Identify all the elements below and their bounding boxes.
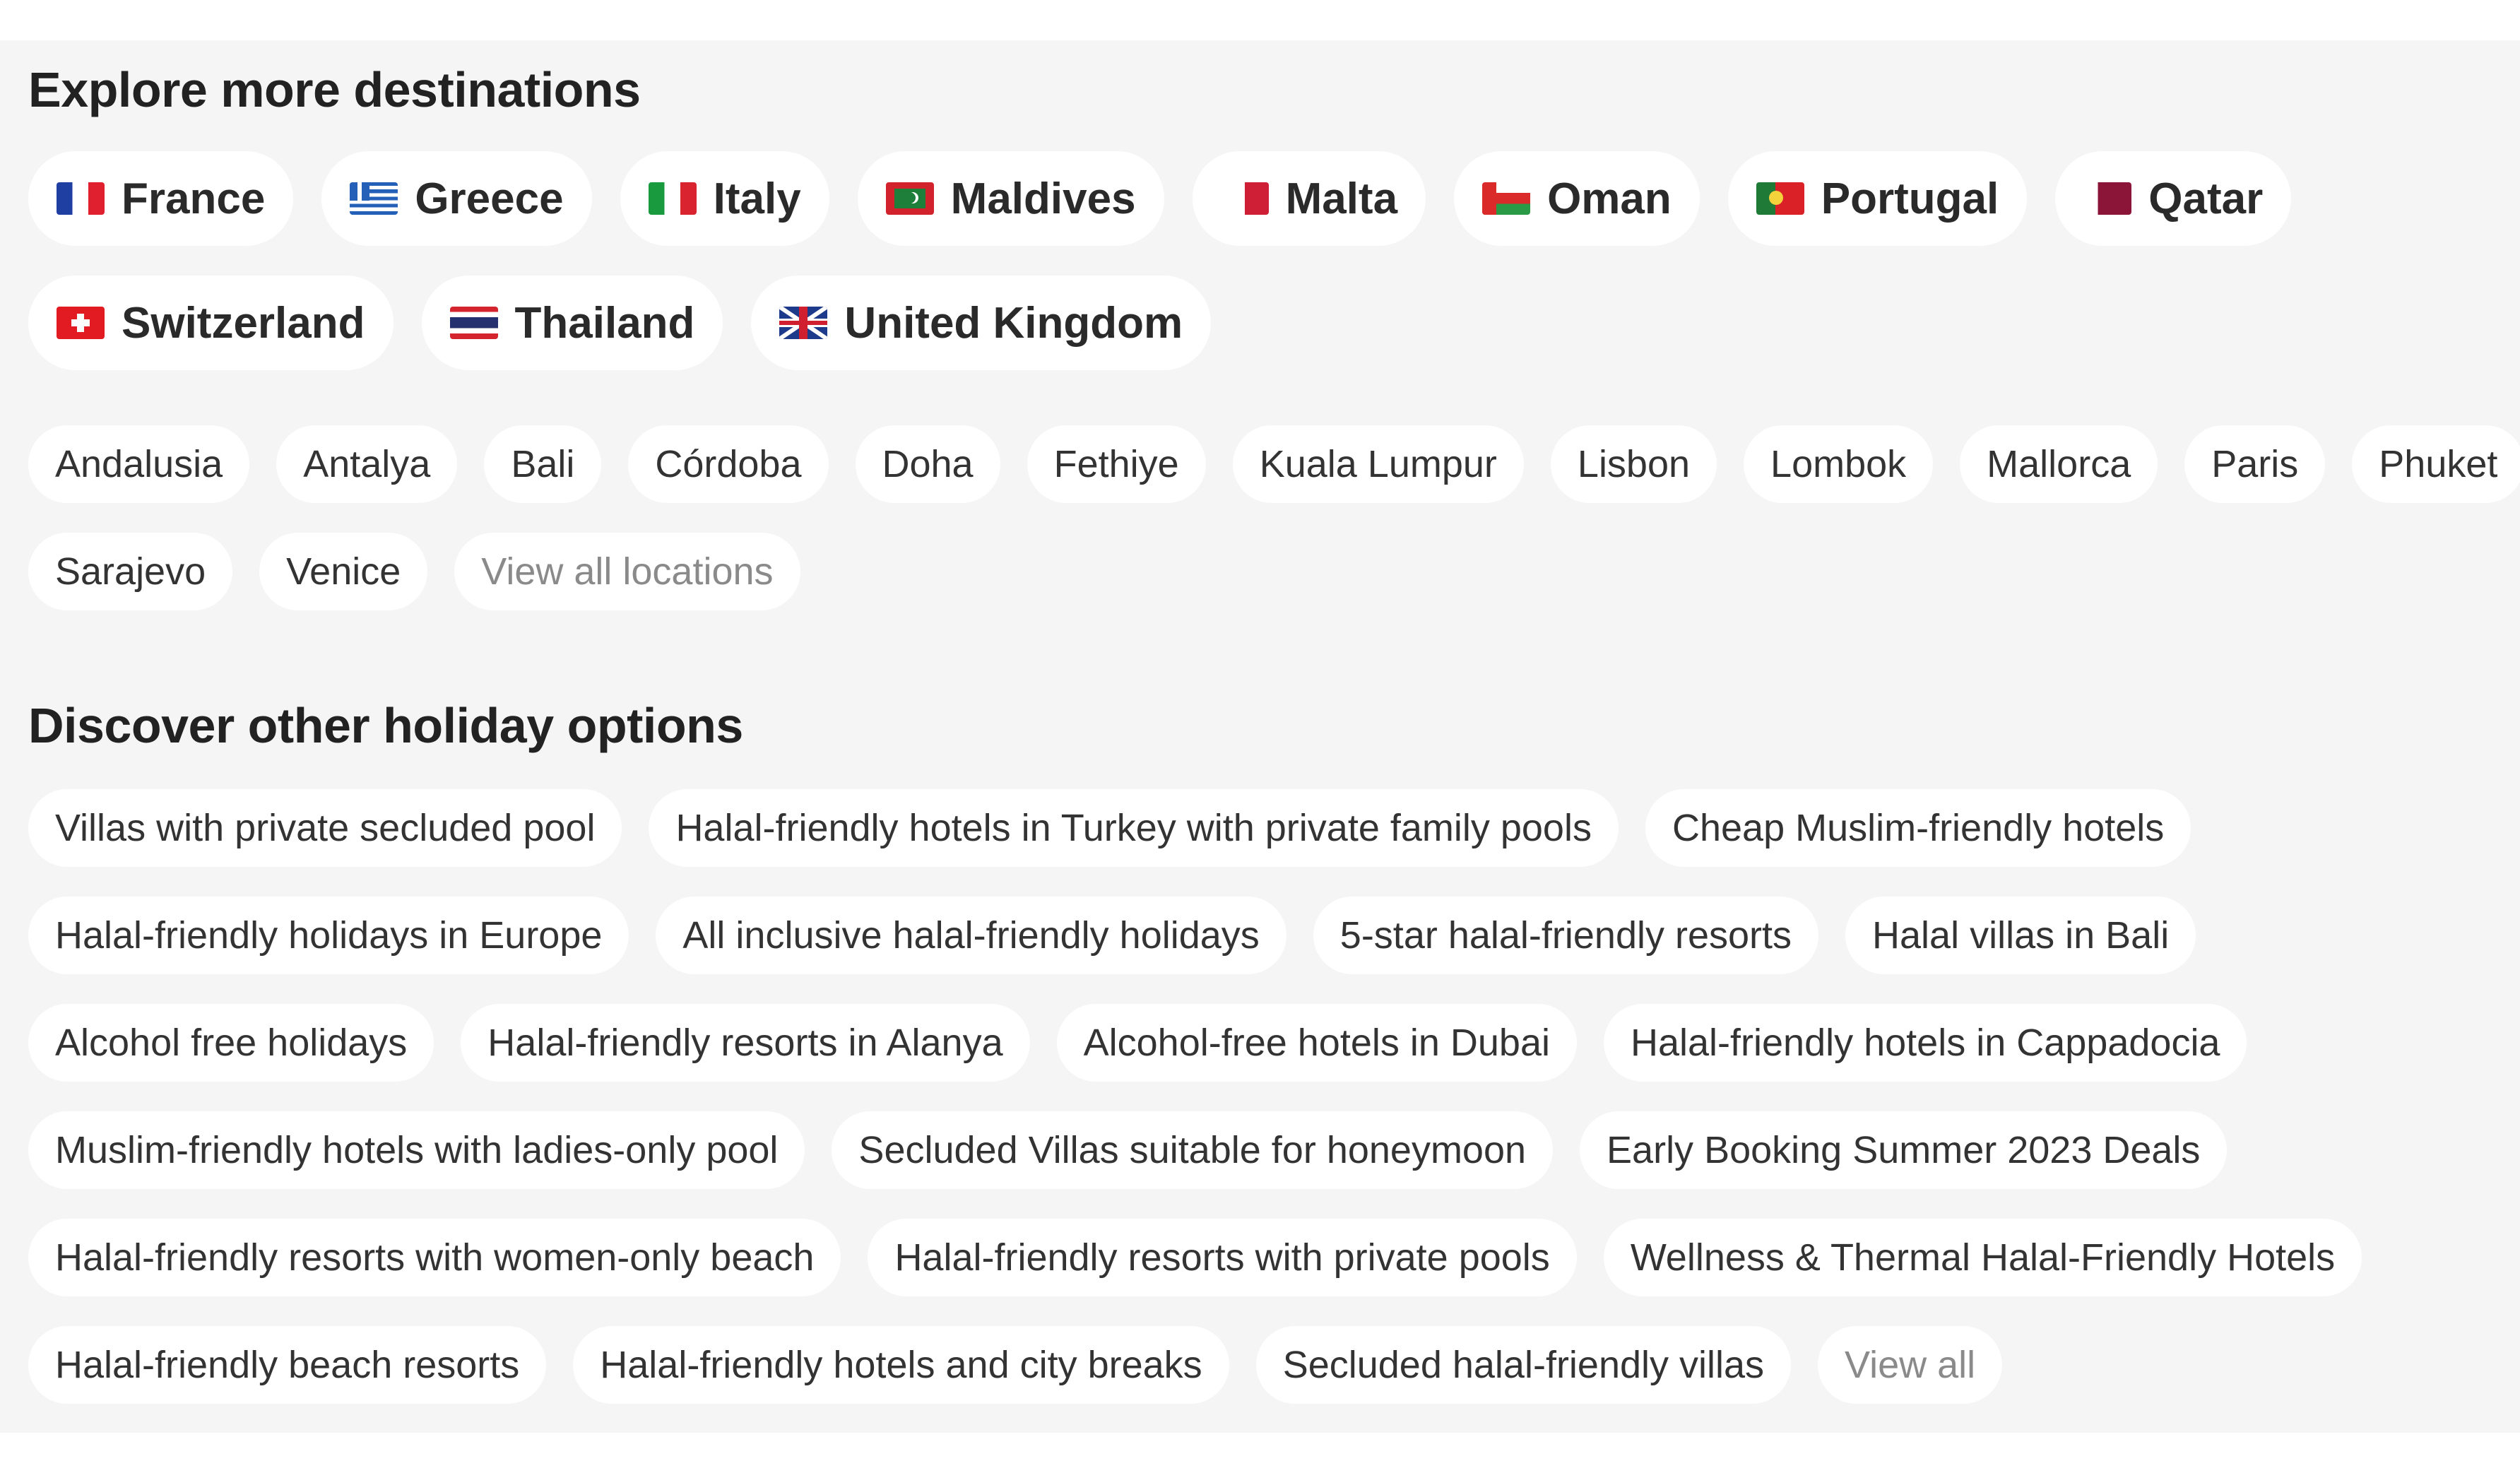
country-label: Thailand: [514, 298, 695, 348]
malta-flag-icon: [1220, 182, 1269, 215]
option-row-6: Halal-friendly beach resorts Halal-frien…: [28, 1326, 2029, 1404]
related-links-panel: Explore more destinations France Greece …: [0, 40, 2520, 1433]
city-chip-doha[interactable]: Doha: [855, 425, 1000, 503]
city-chip-kuala-lumpur[interactable]: Kuala Lumpur: [1232, 425, 1524, 503]
country-label: Greece: [415, 174, 564, 223]
greece-flag-icon: [350, 182, 398, 215]
option-chip[interactable]: Alcohol free holidays: [28, 1004, 434, 1082]
city-chip-fethiye[interactable]: Fethiye: [1027, 425, 1206, 503]
option-chip[interactable]: Early Booking Summer 2023 Deals: [1580, 1111, 2228, 1189]
country-label: United Kingdom: [844, 298, 1183, 348]
country-row-1: France Greece Italy Maldives Malta Oman …: [28, 151, 2319, 246]
italy-flag-icon: [648, 182, 697, 215]
option-chip[interactable]: Halal-friendly hotels and city breaks: [573, 1326, 1229, 1404]
portugal-flag-icon: [1756, 182, 1804, 215]
option-chip[interactable]: Halal villas in Bali: [1845, 897, 2196, 974]
country-chip-france[interactable]: France: [28, 151, 294, 246]
city-chip-cordoba[interactable]: Córdoba: [628, 425, 829, 503]
country-chip-qatar[interactable]: Qatar: [2055, 151, 2292, 246]
city-chip-bali[interactable]: Bali: [484, 425, 602, 503]
france-flag-icon: [57, 182, 105, 215]
option-row-1: Villas with private secluded pool Halal-…: [28, 789, 2218, 867]
city-chip-mallorca[interactable]: Mallorca: [1960, 425, 2158, 503]
option-chip[interactable]: Halal-friendly resorts with women-only b…: [28, 1219, 841, 1296]
country-chip-portugal[interactable]: Portugal: [1727, 151, 2028, 246]
country-label: Maldives: [950, 174, 1136, 223]
explore-destinations-heading: Explore more destinations: [28, 62, 641, 117]
country-label: Portugal: [1821, 174, 1999, 223]
option-chip[interactable]: Halal-friendly holidays in Europe: [28, 897, 629, 974]
city-row-2: Sarajevo Venice View all locations: [28, 533, 827, 610]
country-chip-oman[interactable]: Oman: [1454, 151, 1700, 246]
flag-stripe: [779, 321, 828, 325]
city-chip-phuket[interactable]: Phuket: [2352, 425, 2520, 503]
oman-flag-icon: [1482, 182, 1531, 215]
maldives-flag-icon: [885, 182, 934, 215]
country-label: France: [122, 174, 266, 223]
thailand-flag-icon: [449, 307, 498, 339]
option-chip[interactable]: 5-star halal-friendly resorts: [1313, 897, 1819, 974]
option-row-5: Halal-friendly resorts with women-only b…: [28, 1219, 2389, 1296]
view-all-locations-link[interactable]: View all locations: [454, 533, 800, 610]
country-chip-switzerland[interactable]: Switzerland: [28, 276, 394, 370]
united-kingdom-flag-icon: [779, 307, 828, 339]
city-chip-andalusia[interactable]: Andalusia: [28, 425, 250, 503]
option-chip[interactable]: Halal-friendly beach resorts: [28, 1326, 547, 1404]
city-chip-lombok[interactable]: Lombok: [1744, 425, 1934, 503]
country-row-2: Switzerland Thailand United Kingdom: [28, 276, 1239, 370]
option-chip[interactable]: Wellness & Thermal Halal-Friendly Hotels: [1603, 1219, 2362, 1296]
country-chip-greece[interactable]: Greece: [321, 151, 592, 246]
country-chip-malta[interactable]: Malta: [1192, 151, 1426, 246]
option-chip[interactable]: Halal-friendly resorts in Alanya: [461, 1004, 1030, 1082]
country-chip-thailand[interactable]: Thailand: [421, 276, 723, 370]
city-chip-paris[interactable]: Paris: [2184, 425, 2326, 503]
option-chip[interactable]: Villas with private secluded pool: [28, 789, 622, 867]
city-chip-sarajevo[interactable]: Sarajevo: [28, 533, 233, 610]
country-label: Italy: [713, 174, 801, 223]
option-row-3: Alcohol free holidays Halal-friendly res…: [28, 1004, 2273, 1082]
qatar-flag-icon: [2083, 182, 2132, 215]
view-all-options-link[interactable]: View all: [1818, 1326, 2003, 1404]
option-chip[interactable]: Alcohol-free hotels in Dubai: [1056, 1004, 1577, 1082]
city-chip-antalya[interactable]: Antalya: [276, 425, 458, 503]
switzerland-flag-icon: [57, 307, 105, 339]
option-chip[interactable]: All inclusive halal-friendly holidays: [656, 897, 1286, 974]
city-row-1: Andalusia Antalya Bali Córdoba Doha Feth…: [28, 425, 2520, 503]
option-chip[interactable]: Secluded halal-friendly villas: [1255, 1326, 1792, 1404]
country-label: Malta: [1285, 174, 1398, 223]
country-chip-italy[interactable]: Italy: [620, 151, 829, 246]
option-chip[interactable]: Muslim-friendly hotels with ladies-only …: [28, 1111, 805, 1189]
holiday-options-heading: Discover other holiday options: [28, 698, 743, 753]
option-row-4: Muslim-friendly hotels with ladies-only …: [28, 1111, 2254, 1189]
option-chip[interactable]: Secluded Villas suitable for honeymoon: [832, 1111, 1554, 1189]
country-chip-united-kingdom[interactable]: United Kingdom: [751, 276, 1212, 370]
country-label: Oman: [1547, 174, 1672, 223]
city-chip-lisbon[interactable]: Lisbon: [1550, 425, 1717, 503]
option-chip[interactable]: Halal-friendly hotels in Turkey with pri…: [649, 789, 1619, 867]
country-chip-maldives[interactable]: Maldives: [857, 151, 1164, 246]
option-row-2: Halal-friendly holidays in Europe All in…: [28, 897, 2223, 974]
option-chip[interactable]: Cheap Muslim-friendly hotels: [1645, 789, 2191, 867]
country-label: Qatar: [2148, 174, 2264, 223]
country-label: Switzerland: [122, 298, 365, 348]
option-chip[interactable]: Halal-friendly hotels in Cappadocia: [1604, 1004, 2247, 1082]
option-chip[interactable]: Halal-friendly resorts with private pool…: [868, 1219, 1577, 1296]
city-chip-venice[interactable]: Venice: [259, 533, 428, 610]
